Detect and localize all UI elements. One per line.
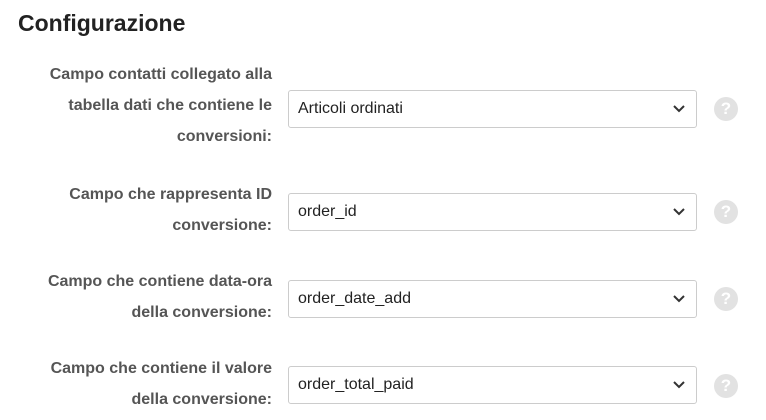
chevron-down-icon xyxy=(673,381,685,389)
chevron-down-icon xyxy=(673,208,685,216)
help-icon[interactable]: ? xyxy=(714,287,738,311)
chevron-down-icon xyxy=(673,105,685,113)
linked-table-select[interactable]: Articoli ordinati xyxy=(288,90,697,128)
page-title: Configurazione xyxy=(18,10,186,36)
select-value: Articoli ordinati xyxy=(298,100,403,117)
field-label: Campo che contiene data-ora della conver… xyxy=(47,273,272,321)
select-value: order_id xyxy=(298,203,357,220)
help-icon[interactable]: ? xyxy=(714,374,738,398)
select-value: order_date_add xyxy=(298,290,411,307)
conversion-date-select[interactable]: order_date_add xyxy=(288,280,697,318)
conversion-value-select[interactable]: order_total_paid xyxy=(288,366,697,404)
chevron-down-icon xyxy=(673,295,685,303)
field-label: Campo contatti collegato alla tabella da… xyxy=(49,66,272,145)
field-label: Campo che contiene il valore della conve… xyxy=(50,360,272,408)
conversion-id-select[interactable]: order_id xyxy=(288,193,697,231)
select-value: order_total_paid xyxy=(298,376,414,393)
help-icon[interactable]: ? xyxy=(714,97,738,121)
help-icon[interactable]: ? xyxy=(714,200,738,224)
field-label: Campo che rappresenta ID conversione: xyxy=(69,186,272,234)
